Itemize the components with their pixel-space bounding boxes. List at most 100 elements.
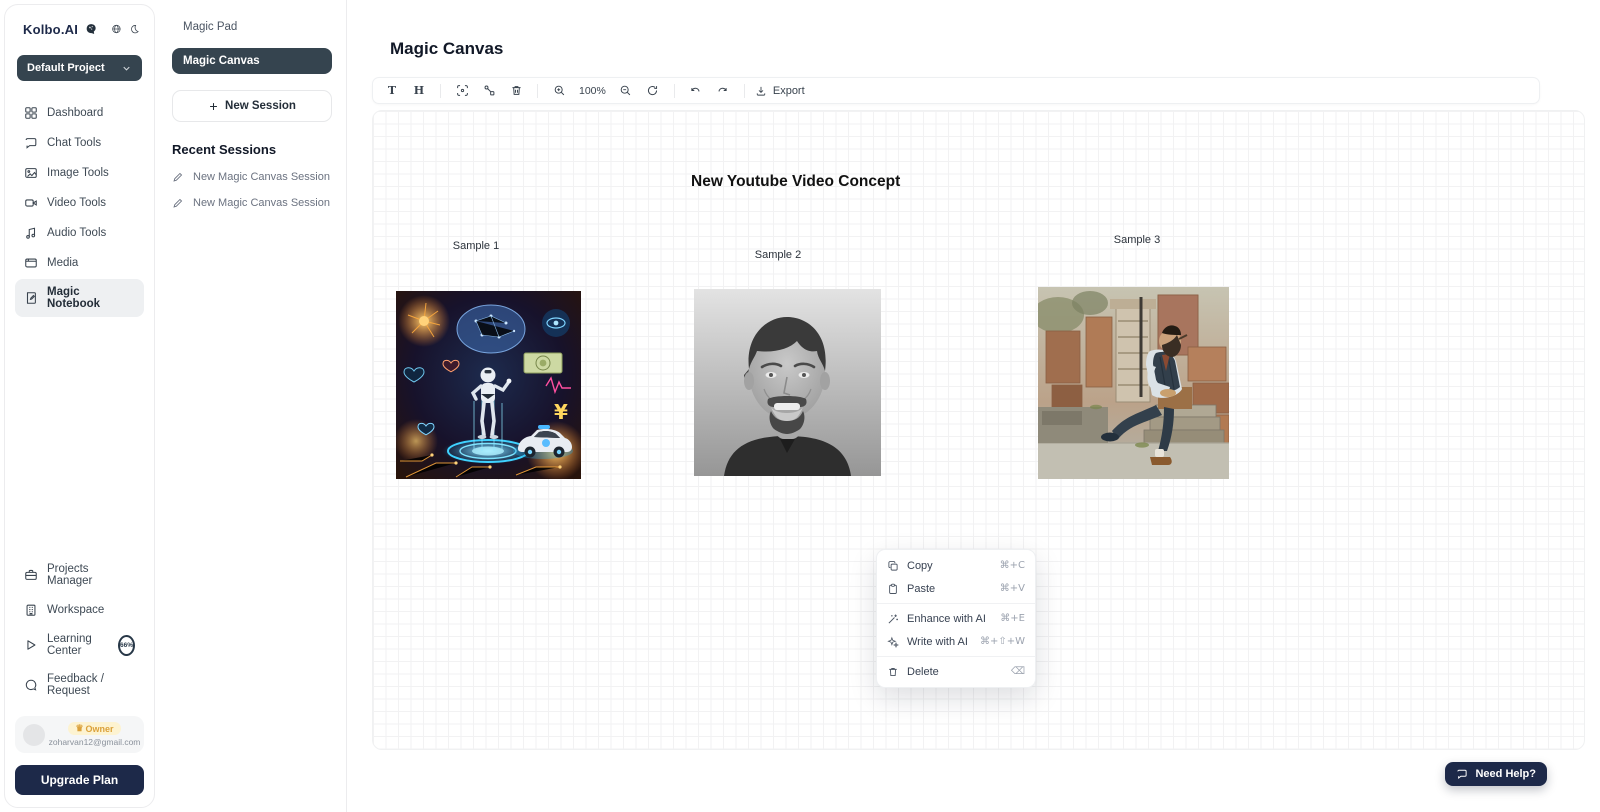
sidebar-item-media[interactable]: Media: [15, 249, 144, 277]
paste-icon: [887, 583, 899, 595]
download-icon: [755, 85, 767, 97]
sample-2-image[interactable]: [694, 289, 881, 476]
svg-text:¥: ¥: [554, 400, 568, 424]
select-tool-button[interactable]: [451, 80, 473, 101]
sidebar-item-label: Media: [47, 257, 78, 269]
sidebar-item-audio-tools[interactable]: Audio Tools: [15, 219, 144, 247]
sidebar-item-label: Workspace: [47, 604, 104, 616]
sidebar-item-projects-manager[interactable]: Projects Manager: [15, 556, 144, 594]
magic-canvas-surface[interactable]: New Youtube Video Concept Sample 1 Sampl…: [372, 110, 1585, 750]
upgrade-plan-button[interactable]: Upgrade Plan: [15, 765, 144, 795]
language-globe-icon[interactable]: [111, 22, 122, 36]
redo-button[interactable]: [712, 80, 734, 101]
text-tool-button[interactable]: T: [381, 80, 403, 101]
sidebar-item-magic-notebook[interactable]: Magic Notebook: [15, 279, 144, 317]
menu-item-label: Delete: [907, 666, 939, 678]
media-folder-icon: [24, 256, 38, 270]
sidebar-footer: Projects Manager Workspace Learning Cent…: [15, 556, 144, 795]
zoom-in-button[interactable]: [548, 80, 570, 101]
sidebar-item-video-tools[interactable]: Video Tools: [15, 189, 144, 217]
need-help-button[interactable]: Need Help?: [1445, 762, 1547, 786]
sidebar-item-chat-tools[interactable]: Chat Tools: [15, 129, 144, 157]
user-account-card[interactable]: ♛Owner zoharvan12@gmail.com: [15, 716, 144, 753]
app-window: Kolbo.AI Default Project: [0, 0, 1600, 812]
reset-view-button[interactable]: [642, 80, 664, 101]
menu-divider: [877, 656, 1035, 657]
ruins-scene-illustration: [1038, 287, 1229, 479]
sample-3-label[interactable]: Sample 3: [1114, 234, 1160, 246]
sidebar-item-learning-center[interactable]: Learning Center 66%: [15, 626, 144, 664]
sidebar-item-feedback[interactable]: Feedback / Request: [15, 666, 144, 704]
magic-wand-icon: [887, 613, 899, 625]
text-tool-glyph: T: [388, 84, 396, 97]
new-session-button[interactable]: New Session: [172, 90, 332, 122]
panel-item-magic-canvas[interactable]: Magic Canvas: [172, 48, 332, 74]
canvas-heading-text[interactable]: New Youtube Video Concept: [691, 173, 900, 191]
video-camera-icon: [24, 196, 38, 210]
delete-tool-button[interactable]: [505, 80, 527, 101]
export-label: Export: [773, 85, 805, 97]
menu-item-label: Write with AI: [907, 636, 968, 648]
zoom-out-icon: [619, 84, 632, 97]
project-selector[interactable]: Default Project: [17, 55, 142, 81]
project-selector-label: Default Project: [27, 62, 105, 74]
menu-shortcut: ⌘+V: [1000, 583, 1025, 594]
sidebar-item-label: Audio Tools: [47, 227, 106, 239]
menu-divider: [877, 603, 1035, 604]
page-title: Magic Canvas: [390, 39, 503, 59]
session-item[interactable]: New Magic Canvas Session: [172, 171, 332, 183]
copy-icon: [887, 560, 899, 572]
menu-item-write-with-ai[interactable]: Write with AI ⌘+⇧+W: [877, 630, 1035, 653]
zoom-level[interactable]: 100%: [575, 85, 610, 97]
feedback-bubble-icon: [24, 678, 38, 692]
node-connector-icon: [483, 84, 496, 97]
menu-item-enhance-with-ai[interactable]: Enhance with AI ⌘+E: [877, 607, 1035, 630]
undo-icon: [689, 84, 702, 97]
sidebar-item-image-tools[interactable]: Image Tools: [15, 159, 144, 187]
export-button[interactable]: Export: [755, 85, 805, 97]
toolbar-divider: [744, 84, 745, 98]
sidebar-item-label: Chat Tools: [47, 137, 101, 149]
undo-button[interactable]: [685, 80, 707, 101]
menu-item-paste[interactable]: Paste ⌘+V: [877, 577, 1035, 600]
music-note-icon: [24, 226, 38, 240]
sidebar-item-label: Feedback / Request: [47, 673, 135, 697]
sidebar-item-label: Video Tools: [47, 197, 106, 209]
menu-shortcut: ⌘+C: [1000, 560, 1025, 571]
sidebar-item-workspace[interactable]: Workspace: [15, 596, 144, 624]
dark-mode-moon-icon[interactable]: [129, 22, 140, 36]
trash-icon: [887, 666, 899, 678]
session-item[interactable]: New Magic Canvas Session: [172, 197, 332, 209]
menu-item-delete[interactable]: Delete ⌫: [877, 660, 1035, 683]
heading-tool-button[interactable]: H: [408, 80, 430, 101]
sidebar-item-label: Magic Notebook: [47, 286, 135, 310]
zoom-out-button[interactable]: [615, 80, 637, 101]
dashboard-icon: [24, 106, 38, 120]
rotate-reset-icon: [646, 84, 659, 97]
sparkle-icon: [887, 636, 899, 648]
sample-1-image[interactable]: ¥: [396, 291, 581, 479]
sidebar-item-label: Dashboard: [47, 107, 103, 119]
context-menu: Copy ⌘+C Paste ⌘+V Enhance with AI: [876, 549, 1036, 688]
menu-shortcut: ⌘+E: [1000, 613, 1025, 624]
canvas-toolbar: T H: [372, 77, 1540, 104]
toolbar-divider: [537, 84, 538, 98]
sample-1-label[interactable]: Sample 1: [453, 240, 499, 252]
sidebar-item-dashboard[interactable]: Dashboard: [15, 99, 144, 127]
menu-item-copy[interactable]: Copy ⌘+C: [877, 554, 1035, 577]
redo-icon: [716, 84, 729, 97]
owner-role-label: Owner: [86, 724, 114, 734]
notebook-panel: Magic Pad Magic Canvas New Session Recen…: [156, 0, 347, 812]
toolbar-divider: [674, 84, 675, 98]
pencil-icon: [172, 197, 184, 209]
building-icon: [24, 603, 38, 617]
sample-2-label[interactable]: Sample 2: [755, 249, 801, 261]
notebook-icon: [24, 291, 38, 305]
help-chat-icon: [1456, 768, 1468, 780]
sidebar-item-label: Image Tools: [47, 167, 109, 179]
crown-icon: ♛: [75, 724, 83, 733]
sample-3-image[interactable]: [1038, 287, 1229, 479]
portrait-illustration: [694, 289, 881, 476]
panel-item-magic-pad[interactable]: Magic Pad: [172, 14, 332, 40]
connector-tool-button[interactable]: [478, 80, 500, 101]
